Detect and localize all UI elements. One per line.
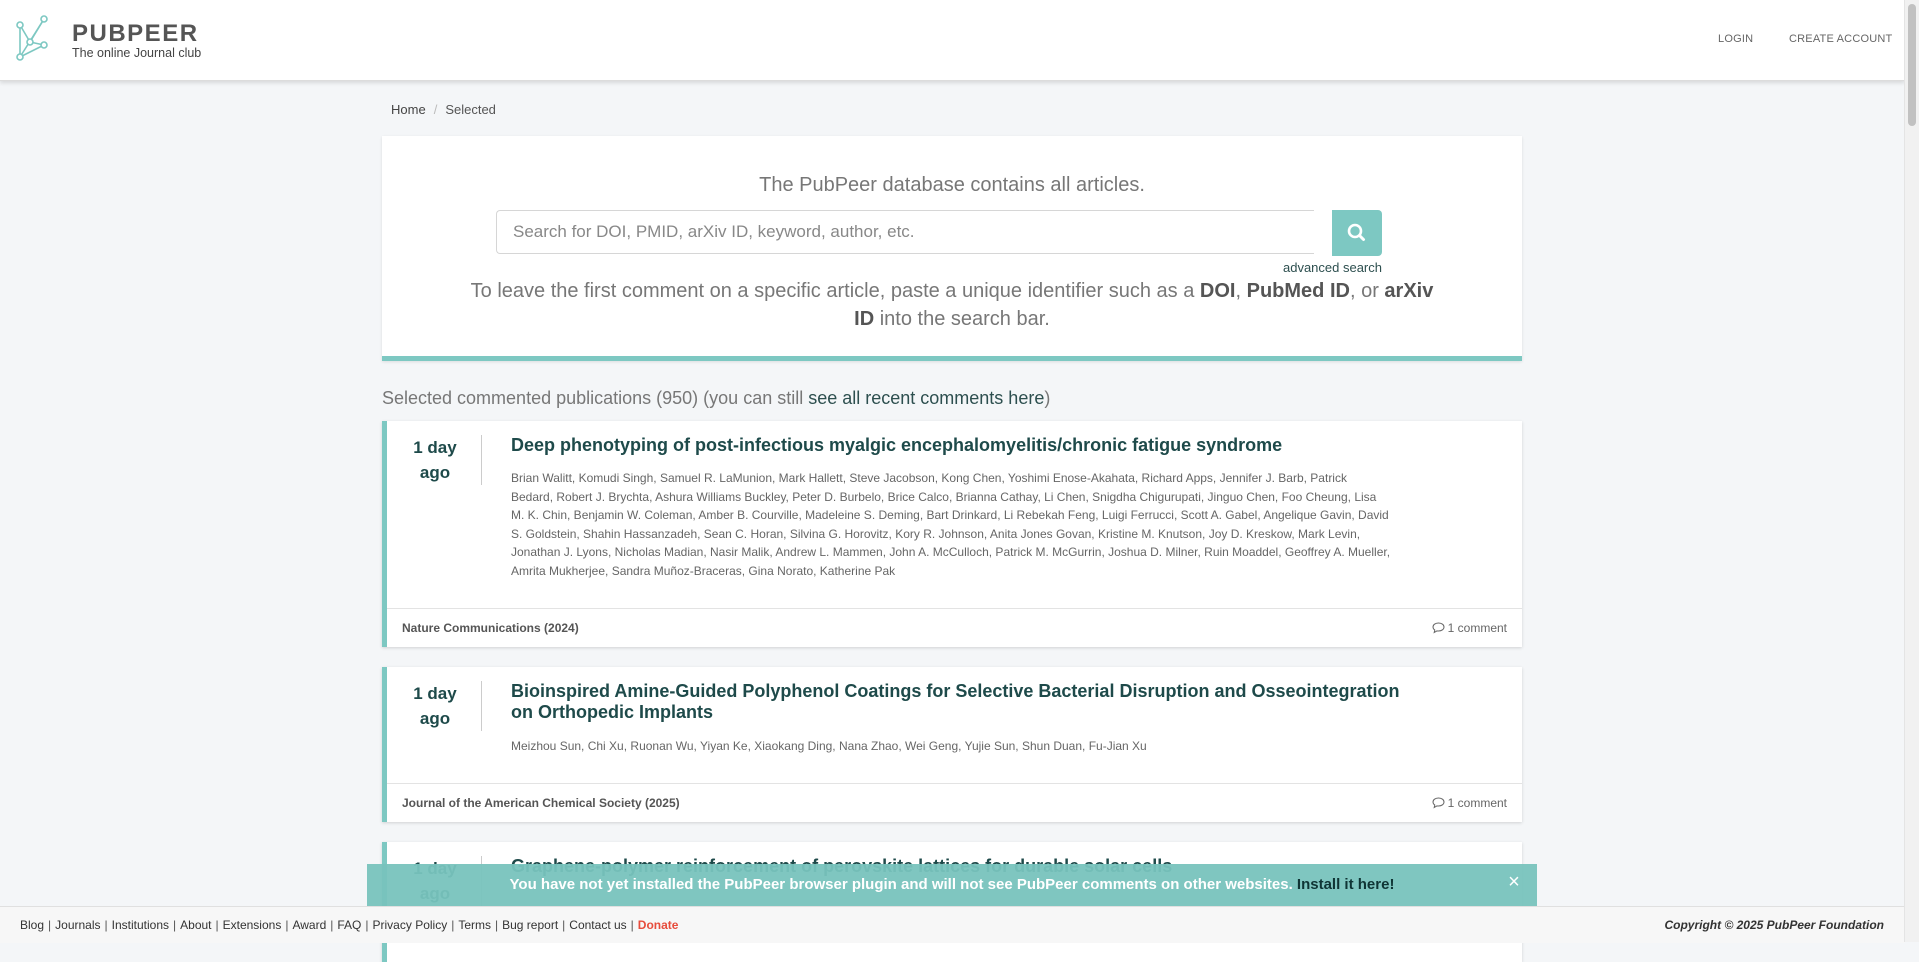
- publication-card: 1 day ago Bioinspired Amine-Guided Polyph…: [382, 667, 1522, 822]
- advanced-search-link[interactable]: advanced search: [1282, 260, 1382, 275]
- footer-separator: |: [495, 918, 499, 932]
- search-panel: The PubPeer database contains all articl…: [382, 136, 1522, 361]
- card-divider: [481, 681, 482, 731]
- close-icon[interactable]: ×: [1505, 872, 1523, 892]
- help-text-2: into the search bar.: [874, 308, 1050, 330]
- breadcrumb: Home / Selected: [391, 102, 496, 117]
- footer-link-about[interactable]: About: [180, 918, 211, 932]
- footer-separator: |: [215, 918, 219, 932]
- site-footer: Blog | Journals | Institutions | About | Extensi…: [0, 906, 1905, 943]
- help-comma: ,: [1235, 280, 1247, 302]
- footer-separator: |: [365, 918, 369, 932]
- brand-name[interactable]: PUBPEER: [72, 20, 199, 48]
- footer-link-extensions[interactable]: Extensions: [223, 918, 282, 932]
- footer-links: Blog | Journals | Institutions | About | Extensi…: [20, 918, 678, 932]
- comments-count: 1 comment: [1447, 621, 1507, 635]
- create-account-link[interactable]: CREATE ACCOUNT: [1789, 33, 1892, 45]
- publication-time-value: 1 day: [413, 684, 457, 703]
- card-divider: [481, 435, 482, 485]
- publication-journal: Nature Communications (2024): [402, 621, 579, 635]
- footer-separator: |: [173, 918, 177, 932]
- login-link[interactable]: LOGIN: [1718, 33, 1753, 45]
- footer-link-privacy-policy[interactable]: Privacy Policy: [373, 918, 448, 932]
- search-button[interactable]: [1332, 210, 1382, 256]
- publication-time-suffix: ago: [419, 709, 451, 728]
- plugin-message-text: You have not yet installed the PubPeer b…: [509, 876, 1297, 893]
- publication-comments-link[interactable]: 1 comment: [1432, 621, 1507, 635]
- footer-separator: |: [630, 918, 634, 932]
- breadcrumb-separator: /: [433, 102, 438, 117]
- site-header: PUBPEER The online Journal club LOGIN CR…: [0, 0, 1905, 81]
- publication-comments-link[interactable]: 1 comment: [1432, 796, 1507, 810]
- footer-separator: |: [330, 918, 334, 932]
- search-heading: The PubPeer database contains all articl…: [759, 174, 1145, 196]
- publication-time: 1 day ago: [407, 681, 463, 731]
- section-heading-suffix: ): [1044, 388, 1051, 408]
- footer-separator: |: [48, 918, 52, 932]
- install-plugin-link[interactable]: Install it here!: [1297, 876, 1395, 893]
- help-or: , or: [1349, 280, 1385, 302]
- publication-title[interactable]: Deep phenotyping of post-infectious myal…: [511, 435, 1411, 456]
- footer-separator: |: [451, 918, 455, 932]
- scrollbar-thumb[interactable]: [1908, 4, 1916, 126]
- footer-separator: |: [562, 918, 566, 932]
- comment-icon: [1432, 797, 1445, 809]
- help-doi: DOI: [1199, 280, 1236, 302]
- search-help-text: To leave the first comment on a specific…: [462, 277, 1442, 333]
- brand-tagline: The online Journal club: [72, 46, 202, 60]
- publication-authors: Brian Walitt, Komudi Singh, Samuel R. La…: [511, 471, 1391, 578]
- footer-separator: |: [285, 918, 289, 932]
- footer-link-terms[interactable]: Terms: [458, 918, 491, 932]
- footer-link-blog[interactable]: Blog: [20, 918, 44, 932]
- copyright: Copyright © 2025 PubPeer Foundation: [1664, 918, 1884, 932]
- recent-comments-link[interactable]: see all recent comments here: [808, 388, 1044, 408]
- section-heading: Selected commented publications (950) (y…: [382, 388, 1050, 409]
- plugin-banner: You have not yet installed the PubPeer b…: [367, 864, 1537, 906]
- publication-authors: Meizhou Sun, Chi Xu, Ruonan Wu, Yiyan Ke…: [511, 739, 1147, 753]
- breadcrumb-home[interactable]: Home: [391, 102, 426, 117]
- card-footer: Journal of the American Chemical Society…: [387, 783, 1522, 822]
- page-scrollbar[interactable]: [1904, 0, 1919, 942]
- publication-journal: Journal of the American Chemical Society…: [402, 796, 680, 810]
- footer-link-institutions[interactable]: Institutions: [112, 918, 169, 932]
- card-footer: Nature Communications (2024) 1 comment: [387, 608, 1522, 647]
- publication-time: 1 day ago: [407, 435, 463, 485]
- search-icon: [1347, 223, 1365, 241]
- footer-link-journals[interactable]: Journals: [55, 918, 100, 932]
- comments-count: 1 comment: [1447, 796, 1507, 810]
- breadcrumb-current: Selected: [445, 102, 496, 117]
- publication-time-value: 1 day: [413, 438, 457, 457]
- footer-link-award[interactable]: Award: [292, 918, 326, 932]
- search-input[interactable]: [496, 210, 1314, 254]
- publication-title[interactable]: Bioinspired Amine-Guided Polyphenol Coat…: [511, 681, 1411, 723]
- pubpeer-logo-icon[interactable]: [14, 15, 50, 65]
- publication-time-suffix: ago: [419, 463, 451, 482]
- plugin-message: You have not yet installed the PubPeer b…: [367, 876, 1537, 893]
- section-heading-prefix: Selected commented publications (950) (y…: [382, 388, 809, 408]
- comment-icon: [1432, 622, 1445, 634]
- help-pubmed: PubMed ID: [1246, 280, 1350, 302]
- footer-link-donate[interactable]: Donate: [638, 918, 679, 932]
- footer-link-faq[interactable]: FAQ: [337, 918, 361, 932]
- footer-link-contact-us[interactable]: Contact us: [569, 918, 626, 932]
- publication-card: 1 day ago Deep phenotyping of post-infect…: [382, 421, 1522, 647]
- footer-link-bug-report[interactable]: Bug report: [502, 918, 558, 932]
- footer-separator: |: [104, 918, 108, 932]
- help-text-1: To leave the first comment on a specific…: [470, 280, 1200, 302]
